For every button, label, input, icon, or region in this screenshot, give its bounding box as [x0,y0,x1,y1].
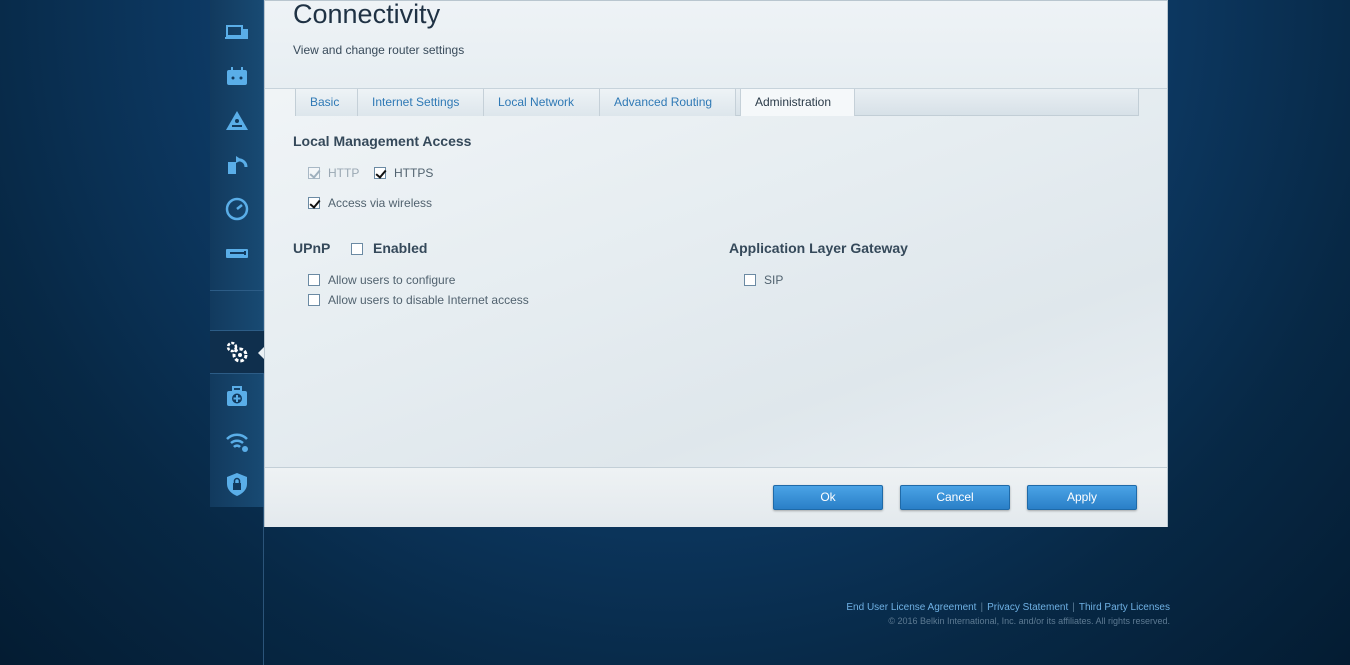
tab-internet-settings[interactable]: Internet Settings [358,89,484,116]
copyright-text: © 2016 Belkin International, Inc. and/or… [888,616,1170,626]
media-prioritization-icon[interactable] [210,143,264,187]
apply-button[interactable]: Apply [1027,485,1137,510]
third-party-licenses-link[interactable]: Third Party Licenses [1079,602,1170,613]
ok-button[interactable]: Ok [773,485,883,510]
alg-title: Application Layer Gateway [729,240,908,256]
allow-disable-internet-label: Allow users to disable Internet access [328,293,529,307]
page-subtitle: View and change router settings [293,43,465,57]
https-label: HTTPS [394,166,434,180]
panel-header: Connectivity View and change router sett… [265,0,1167,89]
local-management-title: Local Management Access [293,133,472,149]
security-icon[interactable] [210,462,264,506]
usb-storage-icon[interactable] [210,231,264,275]
https-checkbox[interactable] [374,167,386,179]
connectivity-panel: Connectivity View and change router sett… [264,0,1168,527]
sip-checkbox[interactable] [744,274,756,286]
troubleshooting-icon[interactable] [210,375,264,419]
tab-local-network[interactable]: Local Network [484,89,600,116]
eula-link[interactable]: End User License Agreement [846,602,976,613]
tab-bar: Basic Internet Settings Local Network Ad… [295,89,1139,116]
wireless-icon[interactable] [210,419,264,463]
tab-advanced-routing[interactable]: Advanced Routing [600,89,736,116]
allow-configure-label: Allow users to configure [328,273,456,287]
tab-administration[interactable]: Administration [740,89,855,116]
access-via-wireless-label: Access via wireless [328,196,433,210]
connectivity-gear-icon[interactable] [210,330,265,374]
upnp-title: UPnP [293,240,331,256]
devices-icon[interactable] [210,11,264,55]
upnp-enabled-label: Enabled [373,240,428,256]
router-icon[interactable] [210,55,264,99]
privacy-statement-link[interactable]: Privacy Statement [987,602,1068,613]
allow-disable-internet-checkbox[interactable] [308,294,320,306]
page-footer: End User License Agreement | Privacy State… [846,602,1170,626]
access-via-wireless-checkbox[interactable] [308,197,320,209]
network-map-icon[interactable] [210,99,264,143]
button-bar: Ok Cancel Apply [265,467,1167,527]
page-title: Connectivity [293,0,441,29]
http-checkbox [308,167,320,179]
upnp-enabled-checkbox[interactable] [351,243,363,255]
sidebar-nav [210,0,265,507]
cancel-button[interactable]: Cancel [900,485,1010,510]
allow-configure-checkbox[interactable] [308,274,320,286]
sip-label: SIP [764,273,784,287]
http-label: HTTP [328,166,360,180]
tab-basic[interactable]: Basic [296,89,358,116]
speed-test-icon[interactable] [210,187,264,231]
